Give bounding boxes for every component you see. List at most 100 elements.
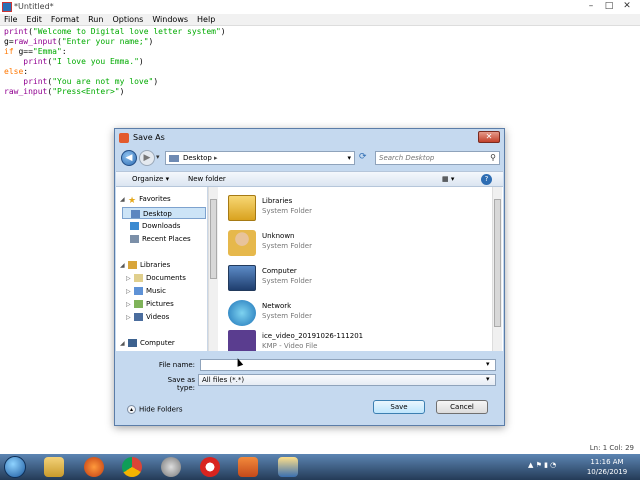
media-taskbar-icon[interactable]: [161, 457, 181, 477]
search-input[interactable]: [379, 153, 484, 163]
system-tray-icons[interactable]: ▲ ⚑ ▮ ◔: [528, 461, 556, 469]
libraries-icon: [228, 195, 256, 221]
list-item[interactable]: Unknown System Folder: [228, 228, 478, 258]
star-icon: ★: [128, 196, 137, 206]
save-as-dialog: Save As ✕ ◀ ▶ ▾ Desktop ▸ ▾ ⟳ ⚲ Organize…: [114, 128, 505, 426]
window-title: *Untitled*: [14, 2, 54, 11]
nav-pane-scrollbar[interactable]: [208, 187, 218, 351]
clock-date: 10/26/2019: [586, 468, 628, 476]
nav-item-desktop[interactable]: Desktop: [122, 207, 206, 219]
back-button[interactable]: ◀: [121, 150, 137, 166]
collapse-icon: ▴: [127, 405, 136, 414]
hide-folders-toggle[interactable]: ▴ Hide Folders: [127, 405, 182, 414]
code-line[interactable]: print("I love you Emma."): [4, 57, 640, 67]
recorder-taskbar-icon[interactable]: [238, 457, 258, 477]
opera-taskbar-icon[interactable]: [200, 457, 220, 477]
user-folder-icon: [228, 230, 256, 256]
file-list-scrollbar[interactable]: [492, 187, 502, 351]
explorer-taskbar-icon[interactable]: [44, 457, 64, 477]
menu-windows[interactable]: Windows: [152, 14, 188, 25]
refresh-icon[interactable]: ⟳: [359, 152, 367, 162]
scrollbar-thumb[interactable]: [210, 199, 217, 279]
start-button[interactable]: [4, 456, 26, 478]
file-list: Libraries System Folder Unknown System F…: [220, 187, 490, 351]
close-window-icon[interactable]: ✕: [620, 1, 634, 12]
menu-run[interactable]: Run: [88, 14, 103, 25]
navigation-row: ◀ ▶ ▾ Desktop ▸ ▾ ⟳ ⚲: [121, 149, 500, 167]
desktop-icon: [131, 210, 140, 218]
list-item[interactable]: Network System Folder: [228, 298, 478, 328]
code-line[interactable]: print("Welcome to Digital love letter sy…: [4, 27, 640, 37]
downloads-icon: [130, 222, 139, 230]
cancel-button[interactable]: Cancel: [436, 400, 488, 414]
save-button[interactable]: Save: [373, 400, 425, 414]
nav-item-documents[interactable]: ▷ Documents: [126, 272, 186, 284]
clock-time: 11:16 AM: [590, 458, 624, 466]
code-line[interactable]: g=raw_input("Enter your name;"): [4, 37, 640, 47]
firefox-taskbar-icon[interactable]: [84, 457, 104, 477]
menu-format[interactable]: Format: [51, 14, 79, 25]
expand-icon[interactable]: ◢: [120, 338, 128, 350]
dialog-close-button[interactable]: ✕: [478, 131, 500, 143]
nav-favorites[interactable]: ◢ ★ Favorites: [120, 193, 171, 206]
menu-bar: File Edit Format Run Options Windows Hel…: [0, 14, 640, 26]
code-line[interactable]: if g=="Emma":: [4, 47, 640, 57]
nav-item-downloads[interactable]: Downloads: [122, 220, 180, 232]
organize-button[interactable]: Organize ▾: [132, 175, 169, 183]
code-line[interactable]: print("You are not my love"): [4, 77, 640, 87]
search-box[interactable]: ⚲: [375, 151, 500, 165]
forward-button[interactable]: ▶: [139, 150, 155, 166]
nav-item-pictures[interactable]: ▷ Pictures: [126, 298, 174, 310]
editor-status: Ln: 1 Col: 29: [589, 444, 634, 452]
music-icon: [134, 287, 143, 295]
nav-computer[interactable]: ◢ Computer: [120, 337, 175, 349]
code-line[interactable]: raw_input("Press<Enter>"): [4, 87, 640, 97]
save-type-select[interactable]: All files (*.*): [198, 374, 496, 386]
search-icon[interactable]: ⚲: [490, 153, 496, 162]
expand-icon[interactable]: ◢: [120, 194, 128, 206]
expand-icon[interactable]: ◢: [120, 260, 128, 272]
nav-libraries[interactable]: ◢ Libraries: [120, 259, 170, 271]
libraries-nav-icon: [128, 261, 137, 269]
dialog-toolbar: Organize ▾ New folder ▦ ▾ ?: [116, 171, 503, 187]
code-line[interactable]: else:: [4, 67, 640, 77]
computer-icon: [228, 265, 256, 291]
save-type-dropdown-icon[interactable]: ▾: [486, 375, 490, 383]
maximize-icon[interactable]: □: [602, 1, 616, 12]
menu-file[interactable]: File: [4, 14, 17, 25]
breadcrumb-arrow-icon[interactable]: ▸: [214, 154, 218, 162]
clock[interactable]: 11:16 AM 10/26/2019: [580, 457, 634, 477]
chrome-taskbar-icon[interactable]: [122, 457, 142, 477]
python-taskbar-icon[interactable]: [278, 457, 298, 477]
list-item[interactable]: ice_video_20191026-111201 KMP - Video Fi…: [228, 328, 478, 351]
nav-item-music[interactable]: ▷ Music: [126, 285, 166, 297]
list-item[interactable]: Computer System Folder: [228, 263, 478, 293]
dialog-app-icon: [119, 133, 129, 143]
address-dropdown-icon[interactable]: ▾: [347, 154, 351, 162]
new-folder-button[interactable]: New folder: [188, 175, 226, 183]
scrollbar-thumb[interactable]: [494, 199, 501, 327]
window-controls: – □ ✕: [584, 1, 634, 12]
minimize-icon[interactable]: –: [584, 1, 598, 12]
change-view-icon[interactable]: ▦ ▾: [442, 175, 454, 183]
nav-item-videos[interactable]: ▷ Videos: [126, 311, 169, 323]
address-bar[interactable]: Desktop ▸ ▾: [165, 151, 355, 165]
file-name-label: File name:: [158, 361, 195, 369]
recent-locations-icon[interactable]: ▾: [156, 153, 160, 161]
nav-item-recent-places[interactable]: Recent Places: [122, 233, 191, 245]
breadcrumb-desktop[interactable]: Desktop: [183, 154, 212, 162]
help-icon[interactable]: ?: [481, 174, 492, 185]
save-type-label: Save as type:: [167, 376, 195, 392]
videos-icon: [134, 313, 143, 321]
pictures-icon: [134, 300, 143, 308]
navigation-pane: ◢ ★ Favorites Desktop Downloads Recent Pla…: [116, 187, 208, 351]
menu-edit[interactable]: Edit: [26, 14, 42, 25]
recent-places-icon: [130, 235, 139, 243]
file-name-input[interactable]: [200, 359, 496, 371]
list-item[interactable]: Libraries System Folder: [228, 193, 478, 223]
window-title-bar: *Untitled* – □ ✕: [0, 0, 640, 14]
documents-icon: [134, 274, 143, 282]
menu-options[interactable]: Options: [112, 14, 143, 25]
file-name-dropdown-icon[interactable]: ▾: [486, 360, 490, 368]
menu-help[interactable]: Help: [197, 14, 215, 25]
